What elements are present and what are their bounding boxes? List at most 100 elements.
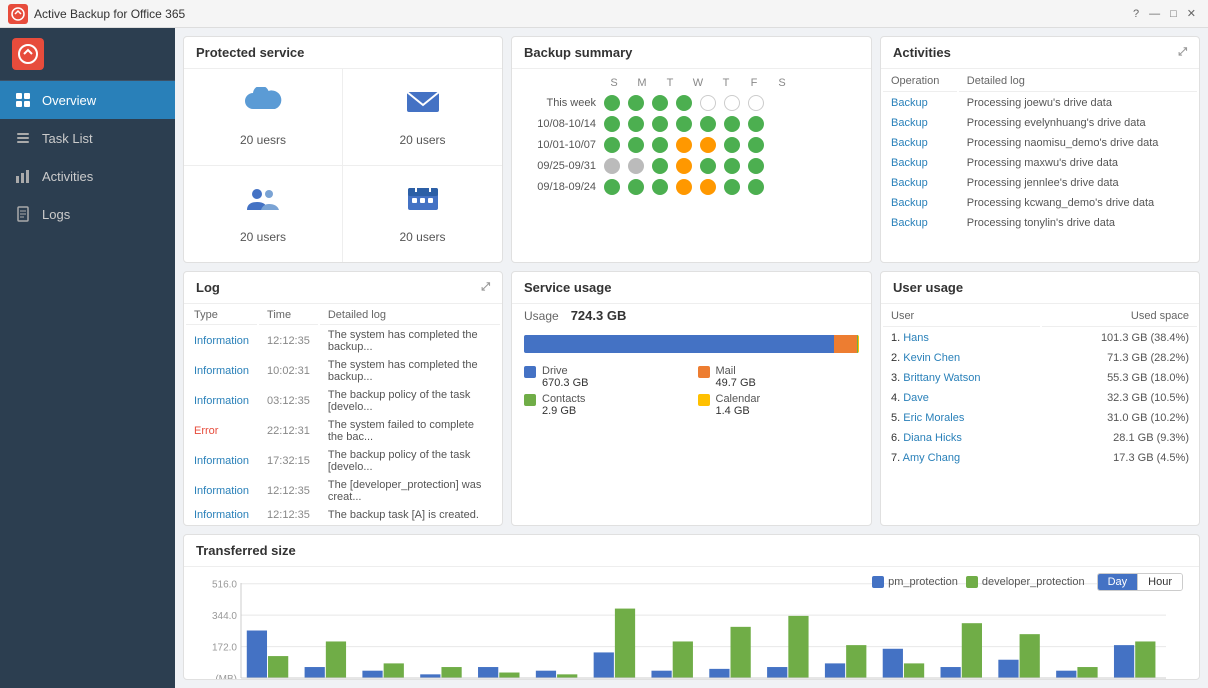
- dot-2-3: [676, 137, 692, 153]
- log-expand-icon[interactable]: ⤢: [481, 281, 490, 294]
- legend-dev-label: developer_protection: [982, 576, 1085, 588]
- user-table: User Used space 1. Hans101.3 GB (38.4%)2…: [881, 304, 1199, 469]
- backup-week-label-1: 10/08-10/14: [524, 118, 604, 130]
- backup-week-label-3: 09/25-09/31: [524, 160, 604, 172]
- protected-service-title: Protected service: [196, 45, 304, 60]
- log-card: Log ⤢ Type Time Detailed log Information…: [183, 271, 503, 526]
- day-label-m: M: [632, 77, 652, 89]
- user-name-6[interactable]: 7. Amy Chang: [883, 449, 1040, 467]
- activity-operation-4[interactable]: Backup: [883, 174, 957, 192]
- dot-1-5: [724, 116, 740, 132]
- bar-blue-14: [1056, 671, 1076, 678]
- sidebar-item-overview[interactable]: Overview: [0, 81, 175, 119]
- dot-1-0: [604, 116, 620, 132]
- dot-4-6: [748, 179, 764, 195]
- protected-item-people: 20 users: [184, 166, 343, 262]
- user-name-3[interactable]: 4. Dave: [883, 389, 1040, 407]
- activity-operation-6[interactable]: Backup: [883, 214, 957, 232]
- sidebar-item-label-overview: Overview: [42, 93, 96, 108]
- activity-operation-5[interactable]: Backup: [883, 194, 957, 212]
- bar-blue-10: [825, 663, 845, 678]
- bar-blue-13: [998, 660, 1018, 678]
- log-type-0[interactable]: Information: [186, 327, 257, 355]
- log-time-5: 12:12:35: [259, 477, 318, 505]
- bar-blue-3: [420, 674, 440, 678]
- legend-label-contacts: Contacts: [542, 393, 585, 405]
- sidebar-item-activities[interactable]: Activities: [0, 157, 175, 195]
- user-row-3: 4. Dave32.3 GB (10.5%): [883, 389, 1197, 407]
- bar-green-5: [557, 674, 577, 678]
- bar-blue-5: [536, 671, 556, 678]
- log-table: Type Time Detailed log Information12:12:…: [184, 304, 502, 525]
- activity-operation-3[interactable]: Backup: [883, 154, 957, 172]
- chart-icon: [14, 167, 32, 185]
- dot-4-1: [628, 179, 644, 195]
- activity-operation-1[interactable]: Backup: [883, 114, 957, 132]
- dot-0-5: [724, 95, 740, 111]
- chart-controls: pm_protection developer_protection Day H…: [872, 573, 1183, 591]
- protected-item-mail: 20 users: [343, 69, 502, 166]
- view-hour-button[interactable]: Hour: [1137, 574, 1182, 590]
- dot-1-3: [676, 116, 692, 132]
- user-row-2: 3. Brittany Watson55.3 GB (18.0%): [883, 369, 1197, 387]
- bar-green-9: [788, 616, 808, 678]
- log-row-0: Information12:12:35The system has comple…: [186, 327, 500, 355]
- minimize-button[interactable]: —: [1145, 6, 1164, 22]
- log-type-5[interactable]: Information: [186, 477, 257, 505]
- activity-log-1: Processing evelynhuang's drive data: [959, 114, 1197, 132]
- log-detail-4: The backup policy of the task [develo...: [320, 447, 500, 475]
- activity-row-5: BackupProcessing kcwang_demo's drive dat…: [883, 194, 1197, 212]
- user-name-0[interactable]: 1. Hans: [883, 329, 1040, 347]
- log-type-3[interactable]: Error: [186, 417, 257, 445]
- bar-blue-1: [305, 667, 325, 678]
- legend-pm-color: [872, 576, 884, 588]
- log-type-2[interactable]: Information: [186, 387, 257, 415]
- dot-2-1: [628, 137, 644, 153]
- dot-2-6: [748, 137, 764, 153]
- user-row-1: 2. Kevin Chen71.3 GB (28.2%): [883, 349, 1197, 367]
- sidebar-item-logs[interactable]: Logs: [0, 195, 175, 233]
- protected-people-count: 20 users: [240, 230, 286, 244]
- dot-4-5: [724, 179, 740, 195]
- log-type-6[interactable]: Information: [186, 507, 257, 523]
- user-name-4[interactable]: 5. Eric Morales: [883, 409, 1040, 427]
- activity-log-3: Processing maxwu's drive data: [959, 154, 1197, 172]
- user-name-2[interactable]: 3. Brittany Watson: [883, 369, 1040, 387]
- backup-summary-title: Backup summary: [524, 45, 632, 60]
- sidebar-item-task-list[interactable]: Task List: [0, 119, 175, 157]
- backup-rows: This week10/08-10/1410/01-10/0709/25-09/…: [524, 95, 859, 195]
- log-time-1: 10:02:31: [259, 357, 318, 385]
- backup-row-2: 10/01-10/07: [524, 137, 859, 153]
- user-tbody: 1. Hans101.3 GB (38.4%)2. Kevin Chen71.3…: [883, 329, 1197, 467]
- usage-bar: [524, 335, 859, 353]
- service-usage-title: Service usage: [524, 280, 611, 295]
- activity-operation-0[interactable]: Backup: [883, 94, 957, 112]
- log-time-3: 22:12:31: [259, 417, 318, 445]
- user-name-5[interactable]: 6. Diana Hicks: [883, 429, 1040, 447]
- dot-2-2: [652, 137, 668, 153]
- log-type-4[interactable]: Information: [186, 447, 257, 475]
- dot-0-0: [604, 95, 620, 111]
- activity-log-0: Processing joewu's drive data: [959, 94, 1197, 112]
- view-day-button[interactable]: Day: [1098, 574, 1138, 590]
- log-type-1[interactable]: Information: [186, 357, 257, 385]
- bar-green-7: [673, 641, 693, 678]
- help-button[interactable]: ?: [1129, 6, 1143, 22]
- col-detailed-log: Detailed log: [959, 71, 1197, 92]
- main-container: Overview Task List Activities Logs: [0, 28, 1208, 688]
- activity-log-4: Processing jennlee's drive data: [959, 174, 1197, 192]
- log-row-3: Error22:12:31The system failed to comple…: [186, 417, 500, 445]
- activities-table: Operation Detailed log BackupProcessing …: [881, 69, 1199, 234]
- activities-expand-icon[interactable]: ⤢: [1178, 46, 1187, 59]
- log-detail-6: The backup task [A] is created.: [320, 507, 500, 523]
- user-name-1[interactable]: 2. Kevin Chen: [883, 349, 1040, 367]
- activity-log-6: Processing tonylin's drive data: [959, 214, 1197, 232]
- close-button[interactable]: ✕: [1183, 5, 1200, 22]
- bar-green-1: [326, 641, 346, 678]
- activity-operation-2[interactable]: Backup: [883, 134, 957, 152]
- doc-icon: [14, 205, 32, 223]
- maximize-button[interactable]: □: [1166, 6, 1181, 22]
- bar-green-6: [615, 609, 635, 678]
- user-size-2: 55.3 GB (18.0%): [1042, 369, 1197, 387]
- usage-bar-mail: [834, 335, 857, 353]
